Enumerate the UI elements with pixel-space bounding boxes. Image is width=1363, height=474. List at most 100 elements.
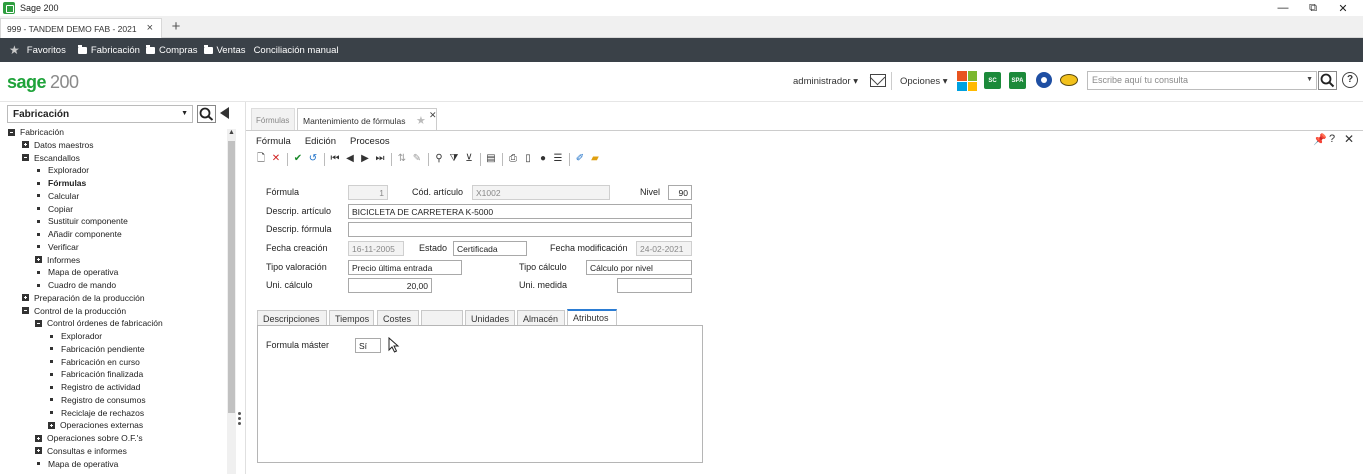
tree-item[interactable]: Fabricación pendiente [48,343,145,355]
filter-icon[interactable]: ⧩ [448,153,460,165]
edit-note-icon[interactable]: ✐ [574,153,586,165]
office-tiles-icon[interactable] [957,71,977,91]
tab-almacen[interactable]: Almacén [517,310,565,326]
tree-item[interactable]: Datos maestros [22,139,94,151]
tab-blank[interactable] [421,310,463,326]
print-icon[interactable]: ⎙ [507,153,519,165]
tab-unidades[interactable]: Unidades [465,310,515,326]
nav-fabricacion[interactable]: Fabricación [77,44,140,56]
tree-item[interactable]: Fabricación en curso [48,356,140,368]
tree-item[interactable]: Control de la producción [22,305,126,317]
tree-item[interactable]: Operaciones externas [48,419,143,431]
glasses-icon[interactable] [1060,74,1078,86]
tree-item[interactable]: Escandallos [22,152,80,164]
tree-item[interactable]: Operaciones sobre O.F.'s [35,432,143,444]
tab-formulas[interactable]: Fórmulas [251,108,295,130]
edit-disabled-icon[interactable]: ✎ [411,153,423,165]
close-tab-icon[interactable]: × [147,22,153,34]
expand-plus-icon[interactable] [35,434,42,442]
tab-descripciones[interactable]: Descripciones [257,310,327,326]
help-icon[interactable]: ? [1329,133,1335,145]
tree-item[interactable]: Añadir componente [35,228,122,240]
delete-icon[interactable]: ✕ [270,153,282,165]
folder-export-icon[interactable]: ▰ [589,153,601,165]
tree-item[interactable]: Explorador [35,164,89,176]
scroll-up-icon[interactable]: ▲ [228,129,235,136]
sort-icon[interactable]: ⇅ [396,153,408,165]
last-record-icon[interactable]: ⏭ [374,153,386,165]
accept-check-icon[interactable]: ✔ [292,153,304,165]
expand-plus-icon[interactable] [48,421,55,429]
fecha-modificacion-field[interactable]: 24-02-2021 [636,241,692,256]
settings-gear-icon[interactable] [1036,72,1052,88]
descrip-formula-field[interactable] [348,222,692,237]
undo-icon[interactable]: ↺ [307,153,319,165]
preview-icon[interactable]: ▯ [522,153,534,165]
minimize-button[interactable]: — [1266,0,1300,16]
descrip-articulo-field[interactable]: BICICLETA DE CARRETERA K-5000 [348,204,692,219]
formula-field[interactable]: 1 [348,185,388,200]
expand-plus-icon[interactable] [22,141,29,149]
search-icon[interactable] [1318,71,1337,90]
chevron-down-icon[interactable]: ▼ [1306,76,1313,83]
first-record-icon[interactable]: ⏮ [329,153,341,165]
nav-ventas[interactable]: Ventas [203,44,246,56]
tree-item[interactable]: Mapa de operativa [35,266,118,278]
collapse-minus-icon[interactable] [22,307,29,314]
estado-field[interactable]: Certificada [453,241,527,256]
menu-edicion[interactable]: Edición [305,136,336,147]
close-window-button[interactable]: ✕ [1326,0,1360,16]
query-search-input[interactable]: Escribe aquí tu consulta ▼ [1087,71,1317,90]
pin-icon[interactable]: 📌 [1313,133,1327,146]
user-menu[interactable]: administrador ▾ [793,76,858,87]
tipo-valoracion-field[interactable]: Precio última entrada [348,260,462,275]
spa-icon[interactable]: SPA [1009,72,1026,89]
expand-plus-icon[interactable] [22,294,29,302]
tipo-calculo-field[interactable]: Cálculo por nivel [586,260,692,275]
fecha-creacion-field[interactable]: 16-11-2005 [348,241,404,256]
tree-item[interactable]: Explorador [48,330,102,342]
collapse-minus-icon[interactable] [35,319,42,327]
tree-item[interactable]: Fabricación [8,126,64,138]
tab-mantenimiento-formulas[interactable]: Mantenimiento de fórmulas ★ ✕ [297,108,437,130]
sidebar-scrollbar[interactable]: ▲ [227,129,236,474]
expand-plus-icon[interactable] [35,256,42,263]
options-menu[interactable]: Opciones ▾ [900,76,948,87]
mail-icon[interactable] [870,74,886,87]
favorite-star-icon[interactable]: ★ [416,114,426,127]
nav-favorites[interactable]: Favoritos [27,45,66,56]
nav-compras[interactable]: Compras [145,44,198,56]
tree-item[interactable]: Copiar [35,203,73,215]
close-tab-icon[interactable]: ✕ [429,110,437,121]
tree-item[interactable]: Fórmulas [35,177,86,189]
tree-item[interactable]: Informes [35,254,80,266]
nav-conciliacion[interactable]: Conciliación manual [254,45,339,56]
close-icon[interactable]: ✕ [1344,132,1354,146]
splitter-handle[interactable] [238,412,242,430]
tree-item[interactable]: Mapa de operativa [35,458,118,470]
tree-item[interactable]: Control órdenes de fabricación [35,317,163,329]
nivel-field[interactable]: 90 [668,185,692,200]
tree-item[interactable]: Verificar [35,241,79,253]
help-icon[interactable]: ? [1342,72,1358,88]
collapse-sidebar-icon[interactable] [220,107,229,119]
tab-tiempos[interactable]: Tiempos [329,310,374,326]
star-icon[interactable]: ★ [9,43,20,57]
clear-filter-icon[interactable]: ⊻ [463,153,475,165]
search-icon[interactable] [197,105,216,123]
previous-record-icon[interactable]: ◀ [344,153,356,165]
expand-plus-icon[interactable] [35,447,42,455]
find-icon[interactable]: ⚲ [433,153,445,165]
tree-item[interactable]: Fabricación finalizada [48,368,143,380]
list-icon[interactable]: ☰ [552,153,564,165]
menu-formula[interactable]: Fórmula [256,136,291,147]
tree-item[interactable]: Sustituir componente [35,215,128,227]
tree-item[interactable]: Registro de actividad [48,381,140,393]
collapse-minus-icon[interactable] [22,154,29,161]
tab-atributos[interactable]: Atributos [567,309,617,326]
tab-costes[interactable]: Costes [377,310,419,326]
tree-item[interactable]: Registro de consumos [48,394,146,406]
new-document-icon[interactable]: 🗋 [255,153,267,165]
uni-medida-field[interactable] [617,278,692,293]
user-icon[interactable]: ● [537,153,549,165]
